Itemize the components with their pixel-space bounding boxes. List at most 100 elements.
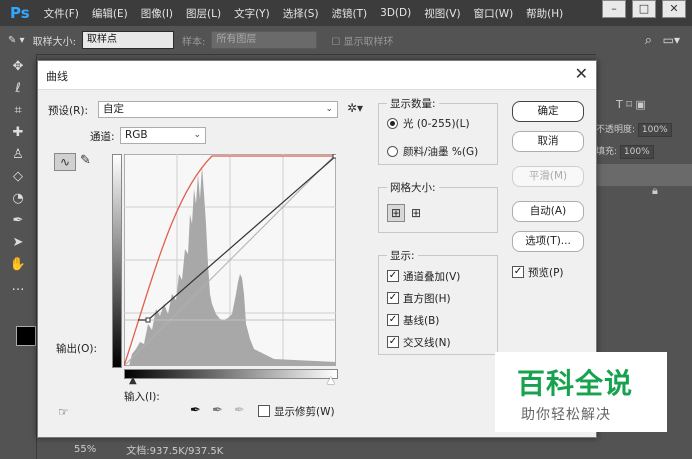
curve-point[interactable] — [145, 317, 151, 323]
preview-label: 预览(P) — [528, 267, 564, 279]
channel-select[interactable]: RGB ⌄ — [120, 127, 206, 144]
intersection-checkbox[interactable]: ✓ — [387, 336, 399, 348]
light-radio-label: 光 (0-255)(L) — [403, 118, 470, 130]
channel-overlay-checkbox[interactable]: ✓ — [387, 270, 399, 282]
workspace-icon[interactable]: ▭▾ — [663, 33, 680, 47]
more-tools-icon[interactable]: … — [7, 278, 29, 296]
watermark-logo: 百科全说 助你轻松解决 — [495, 352, 667, 432]
close-app-button[interactable]: ✕ — [662, 0, 686, 18]
black-eyedropper-icon[interactable]: ✒ — [190, 403, 201, 418]
simple-grid-icon[interactable]: ⊞ — [387, 204, 405, 222]
menu-3d[interactable]: 3D(D) — [380, 7, 411, 19]
minimize-button[interactable]: – — [602, 0, 626, 18]
menu-edit[interactable]: 编辑(E) — [92, 6, 128, 21]
sample-select[interactable]: 所有图层 — [211, 31, 318, 49]
healing-tool-icon[interactable]: ✚ — [7, 124, 29, 142]
display-amount-title: 显示数量: — [387, 96, 439, 111]
status-bar: 55% 文档:937.5K/937.5K — [66, 440, 596, 459]
output-label: 输出(O): — [56, 343, 97, 355]
foreground-color-swatch[interactable] — [16, 326, 36, 346]
curve-point-tool-icon[interactable]: ∿ — [54, 153, 76, 171]
opacity-field[interactable]: 100% — [637, 123, 672, 137]
display-amount-group: 显示数量: 光 (0-255)(L) 颜料/油墨 %(G) — [378, 96, 498, 165]
stamp-tool-icon[interactable]: ♙ — [7, 146, 29, 164]
opacity-label: 不透明度: — [596, 125, 636, 135]
show-ring-checkbox[interactable]: ☐ 显示取样环 — [331, 33, 393, 48]
input-label: 输入(I): — [124, 391, 160, 403]
pigment-radio-label: 颜料/油墨 %(G) — [403, 146, 479, 158]
move-tool-icon[interactable]: ✥ — [7, 58, 29, 76]
curve-graph[interactable] — [124, 154, 336, 366]
gray-eyedropper-icon[interactable]: ✒ — [212, 403, 223, 418]
input-gradient-bar — [124, 369, 338, 379]
show-ring-label: 显示取样环 — [343, 36, 394, 48]
layer-row[interactable] — [596, 164, 692, 186]
cancel-button[interactable]: 取消 — [512, 131, 584, 152]
channel-value: RGB — [125, 129, 148, 141]
pencil-icon[interactable]: ✎ — [80, 153, 91, 168]
menu-view[interactable]: 视图(V) — [424, 6, 460, 21]
channel-overlay-label: 通道叠加(V) — [403, 271, 461, 283]
lock-icon: 🔒︎ — [652, 184, 658, 197]
blur-tool-icon[interactable]: ◔ — [7, 190, 29, 208]
smooth-button[interactable]: 平滑(M) — [512, 166, 584, 187]
menu-select[interactable]: 选择(S) — [283, 6, 319, 21]
white-eyedropper-icon[interactable]: ✒ — [234, 403, 245, 418]
zoom-level[interactable]: 55% — [74, 444, 96, 455]
menu-help[interactable]: 帮助(H) — [526, 6, 563, 21]
show-title: 显示: — [387, 248, 418, 263]
baseline-checkbox[interactable]: ✓ — [387, 314, 399, 326]
black-point-slider-icon[interactable]: ▲ — [129, 375, 137, 386]
dialog-titlebar: 曲线 ✕ — [38, 61, 596, 90]
search-icon[interactable]: ⌕ — [645, 33, 652, 48]
menu-layer[interactable]: 图层(L) — [186, 6, 221, 21]
sample-size-select[interactable]: 取样点 — [81, 31, 174, 49]
eyedropper-icon[interactable]: ✎ ▾ — [8, 35, 25, 46]
menu-file[interactable]: 文件(F) — [44, 6, 79, 21]
select-tool-icon[interactable]: ➤ — [7, 234, 29, 252]
chevron-down-icon: ⌄ — [325, 104, 333, 114]
target-adjust-hand-icon[interactable]: ☞ — [58, 405, 69, 419]
menu-bar: Ps 文件(F) 编辑(E) 图像(I) 图层(L) 文字(Y) 选择(S) 滤… — [0, 0, 692, 26]
watermark-main-text: 百科全说 — [517, 367, 634, 400]
chevron-down-icon: ⌄ — [193, 130, 201, 140]
pigment-radio[interactable] — [387, 146, 398, 157]
channel-label: 通道: — [90, 131, 115, 143]
fill-label: 填充: — [596, 147, 618, 157]
options-bar: ✎ ▾ 取样大小: 取样点 样本: 所有图层 ☐ 显示取样环 ⌕ ▭▾ — [0, 26, 692, 55]
ok-button[interactable]: 确定 — [512, 101, 584, 122]
preset-options-gear-icon[interactable]: ✲▾ — [347, 101, 363, 115]
options-button[interactable]: 选项(T)... — [512, 231, 584, 252]
detailed-grid-icon[interactable]: ⊞ — [407, 204, 425, 222]
sample-size-label: 取样大小: — [32, 36, 76, 48]
eraser-tool-icon[interactable]: ◇ — [7, 168, 29, 186]
maximize-button[interactable]: □ — [632, 0, 656, 18]
histogram-checkbox[interactable]: ✓ — [387, 292, 399, 304]
lasso-tool-icon[interactable]: ℓ — [7, 80, 29, 98]
curve-svg[interactable] — [124, 154, 336, 366]
intersection-label: 交叉线(N) — [403, 337, 451, 349]
close-icon[interactable]: ✕ — [575, 64, 588, 83]
fill-row: 填充: 100% — [596, 144, 692, 159]
histogram-label: 直方图(H) — [403, 293, 451, 305]
menu-type[interactable]: 文字(Y) — [234, 6, 270, 21]
hand-tool-icon[interactable]: ✋ — [7, 256, 29, 274]
auto-button[interactable]: 自动(A) — [512, 201, 584, 222]
pen-tool-icon[interactable]: ✒ — [7, 212, 29, 230]
menu-image[interactable]: 图像(I) — [141, 6, 173, 21]
crop-tool-icon[interactable]: ⌗ — [7, 102, 29, 120]
preview-checkbox[interactable]: ✓ — [512, 266, 524, 278]
light-radio[interactable] — [387, 118, 398, 129]
watermark-sub-text: 助你轻松解决 — [521, 407, 611, 423]
photoshop-logo: Ps — [10, 4, 30, 22]
layer-filter-icons[interactable]: T ⌑ ▣ — [616, 98, 692, 111]
show-clipping-checkbox[interactable]: ✓ — [258, 405, 270, 417]
dialog-title: 曲线 — [46, 70, 68, 83]
curve-point-top[interactable] — [332, 154, 336, 159]
menu-filter[interactable]: 滤镜(T) — [332, 6, 368, 21]
preset-select[interactable]: 自定 ⌄ — [98, 101, 338, 118]
fill-field[interactable]: 100% — [619, 145, 654, 159]
doc-size: 文档:937.5K/937.5K — [126, 446, 224, 457]
white-point-slider-icon[interactable]: ▲ — [327, 375, 335, 386]
menu-window[interactable]: 窗口(W) — [474, 6, 514, 21]
